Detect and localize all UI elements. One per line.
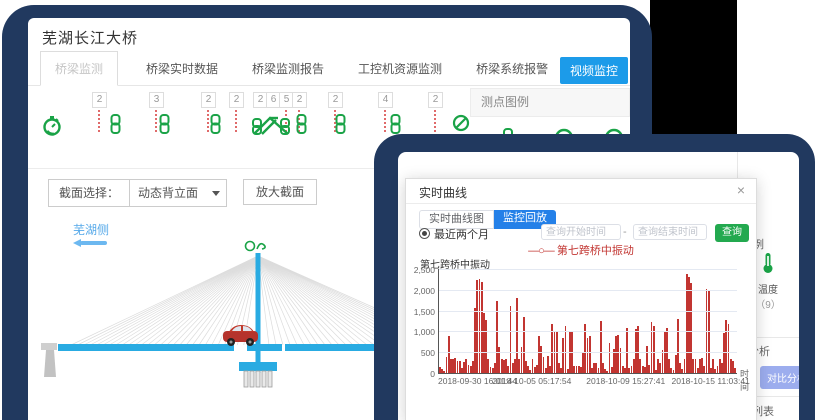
range-separator: -	[623, 226, 627, 238]
dialog-title: 实时曲线	[419, 184, 467, 201]
chevron-down-icon	[212, 191, 220, 196]
sensor-dotted-line	[434, 110, 436, 132]
bar	[626, 328, 628, 373]
legend-marker: —○—	[528, 245, 554, 257]
sensor-count-badge: 2	[328, 92, 343, 108]
x-axis-tick-label: 2018-10-09 15:27:41	[586, 376, 665, 386]
bridge-piles	[244, 371, 272, 387]
sensor-count-badge: 2	[428, 92, 443, 108]
gridline	[439, 311, 737, 312]
search-button[interactable]: 查询	[715, 224, 749, 242]
bridge-deck	[58, 344, 234, 351]
y-axis-tick-label: 500	[395, 348, 435, 358]
y-axis-tick-label: 0	[395, 369, 435, 379]
realtime-curve-dialog: 实时曲线 × 实时曲线图 监控回放 最近两个月 - 查询 —○— 第七跨桥中振动…	[405, 178, 757, 420]
sensor-dotted-line	[384, 110, 386, 132]
tab-ipc-resource[interactable]: 工控机资源监测	[352, 52, 448, 85]
radio-label: 最近两个月	[434, 226, 489, 242]
legend-label: 第七跨桥中振动	[557, 245, 634, 257]
query-start-time-input[interactable]	[541, 224, 621, 240]
bar	[734, 368, 736, 373]
page-title: 芜湖长江大桥	[42, 27, 138, 48]
tab-bridge-monitor[interactable]: 桥梁监测	[40, 51, 118, 86]
section-select-group: 截面选择： 动态背立面	[48, 179, 227, 207]
link-sensor-icon[interactable]	[209, 114, 222, 139]
bridge-abutment	[41, 343, 57, 377]
sensor-count-badge: 4	[378, 92, 393, 108]
bar	[653, 326, 655, 373]
tab-system-alarm[interactable]: 桥梁系统报警	[470, 52, 554, 85]
link-sensor-icon[interactable]	[158, 114, 171, 139]
video-monitor-button[interactable]: 视频监控	[560, 57, 628, 84]
radio-last-two-months[interactable]	[419, 228, 430, 239]
link-sensor-icon[interactable]	[109, 114, 122, 139]
section-select-dropdown[interactable]: 动态背立面	[130, 180, 226, 206]
gridline	[439, 331, 737, 332]
screen: 芜湖长江大桥 桥梁监测 桥梁实时数据 桥梁监测报告 工控机资源监测 桥梁系统报警…	[0, 0, 815, 420]
sensor-dotted-line	[155, 110, 157, 132]
sensor-count-badge: 3	[149, 92, 164, 108]
background-black-area	[650, 0, 737, 145]
sensor-count-badge: 2	[292, 92, 307, 108]
chart-bars	[439, 269, 737, 373]
tower-sensor-icons[interactable]	[246, 242, 266, 251]
gridline	[439, 290, 737, 291]
tab-monitor-report[interactable]: 桥梁监测报告	[246, 52, 330, 85]
query-end-time-input[interactable]	[633, 224, 707, 240]
section-select-label: 截面选择：	[49, 180, 130, 206]
gridline	[439, 269, 737, 270]
compare-analysis-button[interactable]: 对比分析	[760, 366, 799, 389]
y-axis-tick-label: 1,000	[395, 327, 435, 337]
link-sensor-icon[interactable]	[334, 114, 347, 139]
bar	[565, 326, 567, 373]
car	[223, 325, 258, 346]
section-controls: 截面选择： 动态背立面 放大截面	[48, 179, 317, 205]
sensor-dotted-line	[98, 110, 100, 132]
sensor-count-badge: 2	[229, 92, 244, 108]
section-select-value: 动态背立面	[138, 186, 198, 200]
zoom-section-button[interactable]: 放大截面	[243, 179, 317, 205]
sensor-dotted-line	[235, 110, 237, 132]
tower-sensor-group-icon[interactable]	[250, 114, 292, 141]
y-axis-tick-label: 2,000	[395, 286, 435, 296]
bridge-tower	[256, 253, 261, 373]
query-filter-row: 最近两个月 - 查询	[406, 224, 756, 242]
stopwatch-icon[interactable]	[42, 114, 62, 141]
main-tab-bar: 桥梁监测 桥梁实时数据 桥梁监测报告 工控机资源监测 桥梁系统报警	[28, 53, 630, 86]
close-icon[interactable]: ×	[737, 182, 745, 198]
y-axis-tick-label: 1,500	[395, 307, 435, 317]
legend-panel-title: 测点图例	[470, 88, 630, 117]
dialog-titlebar: 实时曲线 ×	[406, 179, 756, 204]
thermometer-icon	[761, 252, 775, 274]
x-axis-tick-label: 2018-10-05 05:17:54	[492, 376, 571, 386]
x-axis-tick-label: 2018-10-15 11:03:41	[672, 376, 750, 386]
tab-realtime-data[interactable]: 桥梁实时数据	[140, 52, 224, 85]
sensor-count-badge: 2	[92, 92, 107, 108]
gridline	[439, 352, 737, 353]
y-axis-tick-label: 2,500	[395, 265, 435, 275]
sensor-count-badge: 2	[201, 92, 216, 108]
chart-plot-area: 2,5002,0001,5001,0005000	[438, 269, 737, 374]
link-sensor-icon[interactable]	[295, 114, 308, 139]
